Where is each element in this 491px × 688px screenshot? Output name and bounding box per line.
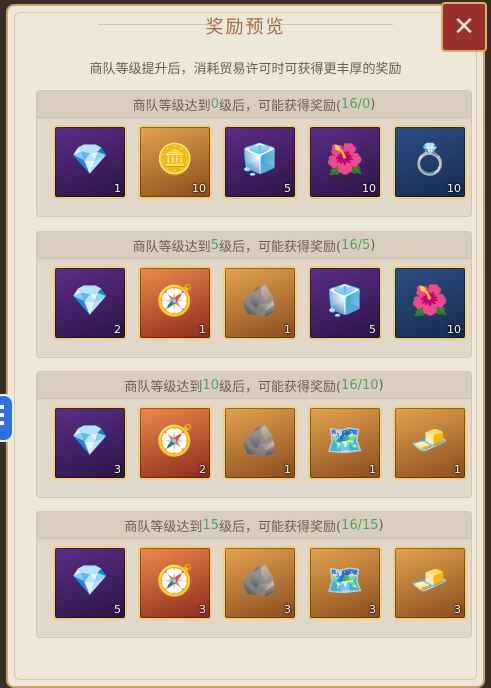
item-count: 1 bbox=[114, 182, 121, 195]
reward-item[interactable]: 💎 1 bbox=[53, 125, 127, 199]
map-scroll-icon: 🗺️ bbox=[326, 563, 364, 599]
crystal-pile-icon: 💎 bbox=[71, 142, 109, 178]
page-title: 奖励预览 bbox=[205, 17, 286, 38]
title-ornament-left bbox=[98, 24, 218, 25]
item-count: 10 bbox=[362, 182, 376, 195]
item-count: 3 bbox=[114, 463, 121, 476]
stone-tablet-icon: 🪨 bbox=[241, 423, 279, 459]
reward-item[interactable]: 🪨 3 bbox=[223, 546, 297, 620]
section-header: 商队等级达到 0 级后，可能获得奖励(16/0) bbox=[37, 91, 471, 118]
flower-wreath-icon: 🌺 bbox=[411, 283, 449, 319]
reward-item[interactable]: 🧈 1 bbox=[393, 406, 467, 480]
item-count: 3 bbox=[454, 603, 461, 616]
item-count: 5 bbox=[369, 323, 376, 336]
reward-item[interactable]: 🪙 10 bbox=[138, 125, 212, 199]
reward-section-0: 商队等级达到 0 级后，可能获得奖励(16/0) 💎 1 🪙 10 🧊 5 🌺 10… bbox=[36, 90, 472, 217]
item-count: 10 bbox=[192, 182, 206, 195]
reward-preview-panel: 奖励预览 ✕ 商队等级提升后，消耗贸易许可时可获得更丰厚的奖励 商队等级达到 0 级… bbox=[6, 2, 487, 688]
item-count: 2 bbox=[199, 463, 206, 476]
reward-items: 💎 1 🪙 10 🧊 5 🌺 10 💍 10 bbox=[53, 125, 467, 199]
side-menu-tab[interactable] bbox=[0, 394, 14, 442]
reward-items: 💎 3 🧭 2 🪨 1 🗺️ 1 🧈 1 bbox=[53, 406, 467, 480]
item-count: 3 bbox=[369, 603, 376, 616]
item-count: 5 bbox=[284, 182, 291, 195]
close-icon: ✕ bbox=[453, 12, 475, 42]
reward-items: 💎 5 🧭 3 🪨 3 🗺️ 3 🧈 3 bbox=[53, 546, 467, 620]
reward-item[interactable]: 🧭 1 bbox=[138, 266, 212, 340]
item-count: 1 bbox=[284, 463, 291, 476]
reward-item[interactable]: 💎 5 bbox=[53, 546, 127, 620]
section-header: 商队等级达到 15 级后，可能获得奖励(16/15) bbox=[37, 512, 471, 539]
item-count: 3 bbox=[284, 603, 291, 616]
reward-item[interactable]: 🧈 3 bbox=[393, 546, 467, 620]
compass-orb-icon: 🧭 bbox=[156, 283, 194, 319]
reward-item[interactable]: 🪨 1 bbox=[223, 266, 297, 340]
title-ornament-right bbox=[273, 24, 393, 25]
section-header: 商队等级达到 10 级后，可能获得奖励(16/10) bbox=[37, 372, 471, 399]
reward-item[interactable]: 💍 10 bbox=[393, 125, 467, 199]
gold-bar-icon: 🧈 bbox=[411, 563, 449, 599]
item-count: 3 bbox=[199, 603, 206, 616]
item-count: 1 bbox=[199, 323, 206, 336]
item-count: 10 bbox=[447, 182, 461, 195]
reward-item[interactable]: 🧭 2 bbox=[138, 406, 212, 480]
reward-items: 💎 2 🧭 1 🪨 1 🧊 5 🌺 10 bbox=[53, 266, 467, 340]
silver-bar-icon: 🧊 bbox=[241, 142, 279, 178]
silver-bar-icon: 🧊 bbox=[326, 283, 364, 319]
header: 奖励预览 bbox=[8, 6, 483, 46]
item-count: 1 bbox=[284, 323, 291, 336]
compass-orb-icon: 🧭 bbox=[156, 563, 194, 599]
reward-item[interactable]: 🪨 1 bbox=[223, 406, 297, 480]
reward-section-5: 商队等级达到 5 级后，可能获得奖励(16/5) 💎 2 🧭 1 🪨 1 🧊 5 🌺… bbox=[36, 231, 472, 358]
section-header: 商队等级达到 5 级后，可能获得奖励(16/5) bbox=[37, 232, 471, 259]
reward-item[interactable]: 💎 3 bbox=[53, 406, 127, 480]
close-button[interactable]: ✕ bbox=[441, 2, 487, 52]
reward-item[interactable]: 🗺️ 1 bbox=[308, 406, 382, 480]
reward-item[interactable]: 🌺 10 bbox=[393, 266, 467, 340]
reward-item[interactable]: 🧭 3 bbox=[138, 546, 212, 620]
gold-ring-icon: 💍 bbox=[411, 142, 449, 178]
crystal-pile-icon: 💎 bbox=[71, 563, 109, 599]
item-count: 5 bbox=[114, 603, 121, 616]
reward-item[interactable]: 🧊 5 bbox=[223, 125, 297, 199]
stone-tablet-icon: 🪨 bbox=[241, 283, 279, 319]
crystal-pile-icon: 💎 bbox=[71, 283, 109, 319]
reward-item[interactable]: 💎 2 bbox=[53, 266, 127, 340]
subtitle: 商队等级提升后，消耗贸易许可时可获得更丰厚的奖励 bbox=[89, 62, 402, 77]
reward-section-10: 商队等级达到 10 级后，可能获得奖励(16/10) 💎 3 🧭 2 🪨 1 🗺️ … bbox=[36, 371, 472, 498]
item-count: 1 bbox=[454, 463, 461, 476]
reward-item[interactable]: 🧊 5 bbox=[308, 266, 382, 340]
gold-ingot-icon: 🪙 bbox=[156, 142, 194, 178]
flower-wreath-icon: 🌺 bbox=[326, 142, 364, 178]
item-count: 2 bbox=[114, 323, 121, 336]
compass-orb-icon: 🧭 bbox=[156, 423, 194, 459]
gold-bar-icon: 🧈 bbox=[411, 423, 449, 459]
crystal-pile-icon: 💎 bbox=[71, 423, 109, 459]
reward-item[interactable]: 🌺 10 bbox=[308, 125, 382, 199]
map-scroll-icon: 🗺️ bbox=[326, 423, 364, 459]
reward-section-15: 商队等级达到 15 级后，可能获得奖励(16/15) 💎 5 🧭 3 🪨 3 🗺️ … bbox=[36, 511, 472, 638]
reward-item[interactable]: 🗺️ 3 bbox=[308, 546, 382, 620]
stone-tablet-icon: 🪨 bbox=[241, 563, 279, 599]
item-count: 1 bbox=[369, 463, 376, 476]
item-count: 10 bbox=[447, 323, 461, 336]
